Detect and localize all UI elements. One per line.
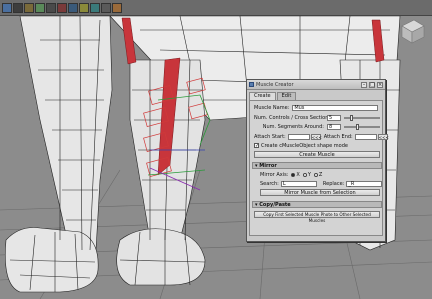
- shelf-toolbar: [0, 0, 432, 16]
- tab-bar: Create Edit: [249, 92, 383, 100]
- shelf-tool-9-icon[interactable]: [90, 2, 100, 13]
- attach-end-button[interactable]: <<<: [377, 133, 389, 140]
- leg-left: [5, 15, 113, 293]
- copy-muscle-button[interactable]: Copy First Selected Muscle Phote to Othe…: [254, 211, 380, 223]
- replace-field[interactable]: _R: [346, 180, 383, 187]
- mirror-section-label: Mirror: [259, 163, 277, 169]
- muscle-creator-window: Muscle Creator – □ × Create Edit Muscle …: [246, 79, 389, 242]
- shelf-tool-4-icon[interactable]: [35, 2, 45, 13]
- viewcube-icon[interactable]: [398, 17, 426, 45]
- shape-mode-label: Create cMuscleObject shape mode: [261, 142, 348, 149]
- mirror-axis-label: Mirror Axis:: [260, 171, 289, 178]
- num-controls-slider[interactable]: [344, 114, 380, 121]
- shelf-tool-2-icon[interactable]: [13, 2, 23, 13]
- shelf-tool-5-icon[interactable]: [46, 2, 56, 13]
- mirror-muscle-button[interactable]: Mirror Muscle from Selection: [260, 189, 380, 196]
- maximize-icon[interactable]: □: [369, 81, 375, 88]
- num-segments-label: Num. Segments Around:: [262, 123, 324, 130]
- attach-end-label: Attach End:: [323, 133, 353, 140]
- slider-knob[interactable]: [350, 114, 353, 121]
- minimize-icon[interactable]: –: [361, 81, 367, 88]
- shelf-tool-8-icon[interactable]: [79, 2, 89, 13]
- tab-create[interactable]: Create: [249, 92, 276, 100]
- window-title: Muscle Creator: [256, 81, 294, 88]
- tab-edit[interactable]: Edit: [276, 92, 297, 100]
- attach-start-field[interactable]: [287, 133, 310, 140]
- shelf-tool-7-icon[interactable]: [68, 2, 78, 13]
- axis-y-radio[interactable]: [302, 172, 307, 177]
- shape-mode-checkbox[interactable]: ✓: [254, 143, 259, 149]
- create-muscle-button[interactable]: Create Muscle: [254, 151, 380, 158]
- axis-x-label: X: [296, 171, 300, 178]
- shelf-tool-11-icon[interactable]: [112, 2, 122, 13]
- shelf-tool-10-icon[interactable]: [101, 2, 111, 13]
- attach-end-field[interactable]: [354, 133, 377, 140]
- muscle-name-field[interactable]: Mus: [292, 104, 379, 111]
- slider-knob[interactable]: [356, 123, 359, 130]
- muscle-name-label: Muscle Name:: [254, 104, 290, 111]
- axis-x-radio[interactable]: [291, 172, 296, 177]
- num-controls-field[interactable]: 5: [327, 114, 341, 121]
- axis-z-label: Z: [318, 171, 323, 178]
- copypaste-section-label: Copy/Paste: [259, 202, 291, 208]
- mirror-section-header[interactable]: ▾ Mirror: [252, 162, 382, 169]
- axis-y-label: Y: [307, 171, 311, 178]
- axis-z-radio[interactable]: [313, 172, 318, 177]
- app-icon: [249, 82, 254, 87]
- shelf-tool-3-icon[interactable]: [24, 2, 34, 13]
- shelf-tool-1-icon[interactable]: [2, 2, 12, 13]
- shelf-tool-6-icon[interactable]: [57, 2, 67, 13]
- num-segments-slider[interactable]: [344, 123, 380, 130]
- num-controls-label: Num. Controls / Cross Sections:: [254, 114, 333, 121]
- window-titlebar[interactable]: Muscle Creator – □ ×: [247, 80, 385, 90]
- create-panel: Muscle Name: Mus Num. Controls / Cross S…: [249, 100, 389, 236]
- attach-start-button[interactable]: <<<: [310, 133, 322, 140]
- attach-start-label: Attach Start:: [254, 133, 286, 140]
- num-segments-field[interactable]: 8: [327, 123, 341, 130]
- search-field[interactable]: L: [280, 180, 317, 187]
- copypaste-section-header[interactable]: ▾ Copy/Paste: [252, 201, 382, 208]
- search-label: Search:: [260, 180, 279, 187]
- replace-label: Replace:: [322, 180, 345, 187]
- close-icon[interactable]: ×: [377, 81, 383, 88]
